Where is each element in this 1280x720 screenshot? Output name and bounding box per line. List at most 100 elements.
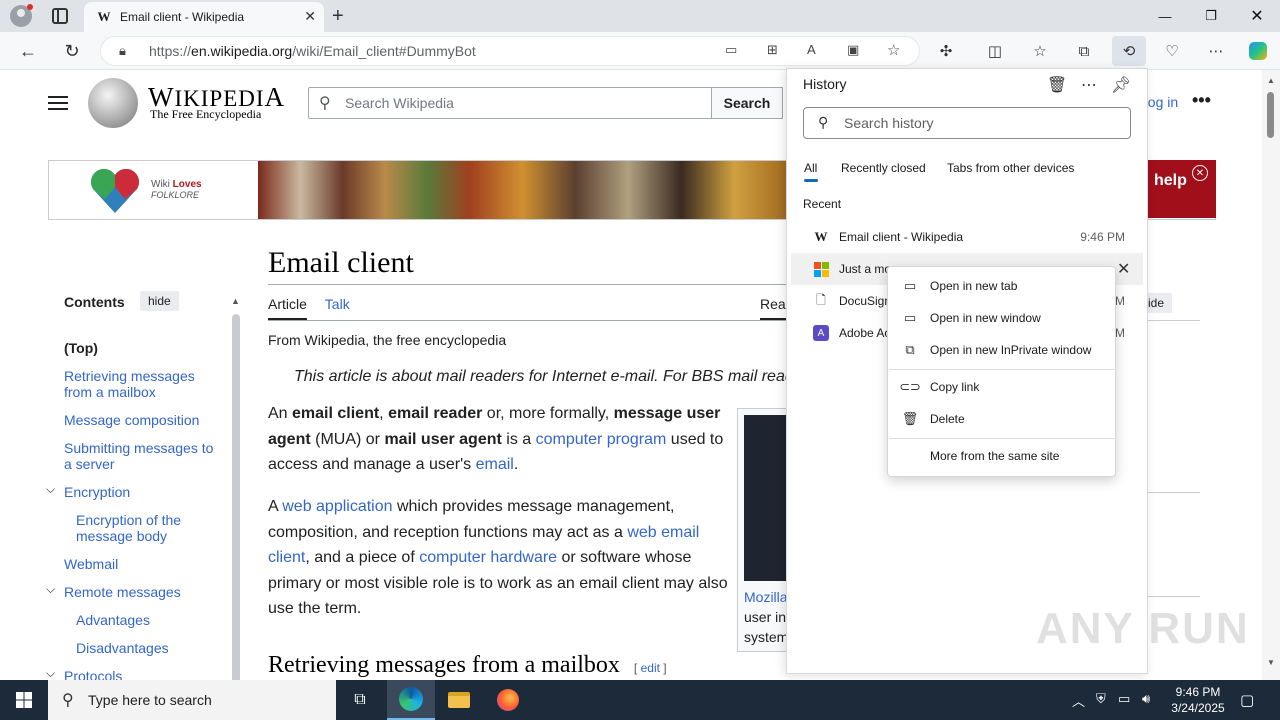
toc-item[interactable]: Message composition (64, 412, 214, 428)
chevron-down-icon[interactable]: ⌵ (46, 482, 55, 497)
user-menu-icon[interactable]: ••• (1192, 90, 1211, 111)
app-available-icon[interactable]: ▭ (725, 42, 737, 58)
scroll-down-icon[interactable]: ▼ (1267, 658, 1275, 667)
wiki-search-input[interactable]: ⚲ Search Wikipedia (308, 87, 712, 119)
url-host: en.wikipedia.org (191, 43, 293, 59)
windows-start-icon[interactable] (0, 680, 48, 720)
menu-copy-link[interactable]: ⊂⊃ Copy link (888, 372, 1115, 402)
tab-all[interactable]: All (804, 161, 817, 175)
section-heading: Retrieving messages from a mailbox [ edi… (268, 652, 667, 678)
history-search-input[interactable]: ⚲ Search history (803, 107, 1131, 139)
taskbar-clock[interactable]: 9:46 PM 3/24/2025 (1162, 684, 1234, 716)
tab-read[interactable]: Rea (760, 296, 786, 320)
new-tab-button[interactable]: + (332, 5, 344, 28)
immersive-reader-icon[interactable]: ▣ (847, 42, 859, 58)
remove-item-icon[interactable]: ✕ (1117, 259, 1130, 279)
trash-icon[interactable]: 🗑︎ (1045, 73, 1069, 97)
toc-item[interactable]: Encryption (64, 484, 214, 500)
tab-article[interactable]: Article (268, 296, 307, 320)
toc-item[interactable]: Retrieving messages from a mailbox (64, 368, 214, 400)
firefox-icon[interactable] (484, 680, 532, 720)
toc-hide-button[interactable]: hide (140, 291, 179, 311)
file-explorer-icon[interactable] (435, 680, 483, 720)
tabs-divider (268, 320, 788, 321)
wikipedia-globe-logo[interactable] (88, 78, 138, 128)
toc-item[interactable]: Disadvantages (76, 640, 216, 656)
banner-close-icon[interactable]: ✕ (1192, 165, 1208, 181)
menu-item-label: Open in new tab (930, 279, 1018, 293)
article-thumbnail[interactable]: Mozilla user in system (737, 408, 790, 652)
collections-icon[interactable]: ⧉ (1070, 39, 1098, 63)
toc-item[interactable]: Remote messages (64, 584, 214, 600)
restore-button[interactable]: ❐ (1188, 0, 1234, 32)
taskbar-search-input[interactable]: ⚲ Type here to search (48, 680, 336, 720)
scroll-up-icon[interactable]: ▲ (1267, 76, 1275, 85)
notifications-icon[interactable]: ▢ (1240, 691, 1254, 709)
toc-item-label: Message composition (64, 412, 200, 428)
extensions-icon[interactable]: ✣ (932, 39, 960, 63)
page-scrollbar[interactable]: ▲ ▼ (1262, 70, 1280, 680)
history-icon[interactable]: ⟲ (1112, 36, 1146, 66)
scrollbar-thumb[interactable] (1267, 92, 1274, 138)
main-menu-icon[interactable] (48, 96, 68, 110)
toc-item[interactable]: (Top) (64, 340, 214, 356)
copilot-icon[interactable] (1244, 39, 1272, 63)
more-options-icon[interactable]: ⋯ (1077, 73, 1101, 97)
tab-recently-closed[interactable]: Recently closed (841, 161, 926, 175)
thunderbird-screenshot-image[interactable] (744, 415, 790, 581)
network-icon[interactable]: ▭ (1118, 691, 1130, 707)
task-view-icon[interactable]: ⧉ (336, 680, 384, 720)
menu-more-from-site[interactable]: More from the same site (888, 441, 1115, 471)
settings-more-icon[interactable]: ⋯ (1202, 39, 1230, 63)
toc-item[interactable]: Advantages (76, 612, 216, 628)
browser-tab[interactable]: W Email client - Wikipedia ✕ (84, 2, 324, 32)
refresh-icon[interactable]: ↻ (58, 39, 86, 63)
right-hide-button[interactable]: ide (1144, 293, 1173, 313)
chevron-down-icon[interactable]: ⌵ (46, 582, 55, 597)
browser-essentials-icon[interactable]: ♡ (1158, 39, 1186, 63)
inline-link[interactable]: computer program (536, 431, 667, 448)
show-hidden-icons-icon[interactable]: ︿ (1072, 691, 1085, 710)
toc-item[interactable]: Encryption of the message body (76, 512, 216, 544)
pin-icon[interactable]: 📌︎ (1109, 73, 1133, 97)
tab-actions-icon[interactable] (52, 8, 68, 24)
volume-icon[interactable]: 🔊︎ (1142, 691, 1150, 707)
read-aloud-icon[interactable]: A (807, 42, 816, 57)
close-tab-icon[interactable]: ✕ (304, 8, 316, 25)
edge-icon[interactable] (387, 680, 435, 720)
chevron-down-icon[interactable]: ⌵ (46, 666, 55, 680)
edit-section-link[interactable]: edit (641, 661, 660, 675)
history-item[interactable]: W Email client - Wikipedia 9:46 PM (791, 221, 1143, 253)
favorites-icon[interactable]: ☆ (1026, 39, 1054, 63)
favorite-star-icon[interactable]: ☆ (887, 41, 900, 59)
split-screen-icon[interactable]: ◫ (981, 39, 1009, 63)
right-divider-1 (1146, 320, 1200, 321)
browser-toolbar: ← ↻ 🔒︎ https://en.wikipedia.org/wiki/Ema… (0, 32, 1280, 70)
toc-scroll-up-icon[interactable]: ▲ (231, 296, 240, 306)
minimize-button[interactable]: — (1142, 0, 1188, 32)
security-tray-icon[interactable]: ⛨ (1096, 691, 1106, 707)
menu-open-inprivate[interactable]: ⧉ Open in new InPrivate window (888, 335, 1115, 365)
tab-talk[interactable]: Talk (325, 296, 350, 312)
thumb-caption-link[interactable]: Mozilla (744, 589, 788, 605)
inline-link[interactable]: web application (282, 498, 392, 515)
menu-delete[interactable]: 🗑︎ Delete (888, 404, 1115, 434)
close-window-button[interactable]: ✕ (1234, 0, 1280, 32)
menu-open-new-tab[interactable]: ▭ Open in new tab (888, 271, 1115, 301)
toc-item[interactable]: Webmail (64, 556, 214, 572)
back-icon[interactable]: ← (14, 39, 42, 63)
inline-link[interactable]: computer hardware (419, 549, 557, 566)
profile-icon[interactable] (10, 4, 33, 27)
inline-link[interactable]: email (476, 456, 514, 473)
toc-scrollbar[interactable] (232, 314, 240, 680)
tab-other-devices[interactable]: Tabs from other devices (947, 161, 1074, 175)
wiki-search-button[interactable]: Search (711, 87, 783, 119)
address-bar[interactable]: 🔒︎ https://en.wikipedia.org/wiki/Email_c… (100, 36, 920, 66)
toc-item-label: Encryption (64, 484, 131, 500)
bold-term: email client (292, 405, 380, 422)
menu-open-new-window[interactable]: ▭ Open in new window (888, 303, 1115, 333)
toc-item[interactable]: Protocols (64, 668, 214, 680)
extensions-grid-icon[interactable]: ⊞ (767, 42, 778, 58)
lock-icon[interactable]: 🔒︎ (119, 43, 126, 59)
toc-item[interactable]: Submitting messages to a server (64, 440, 214, 472)
